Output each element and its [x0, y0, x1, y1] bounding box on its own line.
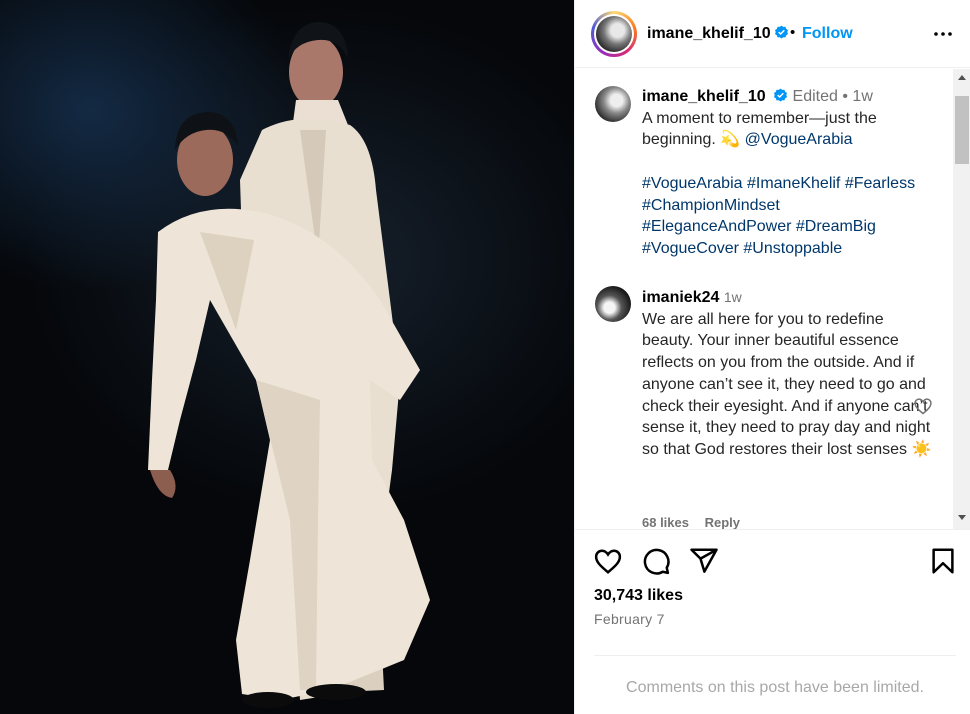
comment-likes[interactable]: 68 likes — [642, 515, 689, 529]
scrollbar-thumb[interactable] — [955, 96, 969, 164]
post-actions: 30,743 likes February 7 — [575, 529, 970, 649]
post-header: imane_khelif_10 • Follow — [575, 0, 970, 68]
scrollbar[interactable] — [953, 69, 970, 529]
author-username[interactable]: imane_khelif_10 — [647, 25, 771, 42]
header-separator: • — [790, 24, 796, 41]
comments-limited-bar: Comments on this post have been limited. — [594, 655, 956, 714]
comment-avatar[interactable] — [595, 286, 631, 322]
scroll-down-arrow-icon[interactable] — [958, 515, 966, 520]
verified-badge-icon — [774, 25, 788, 39]
bookmark-icon[interactable] — [928, 546, 958, 576]
comment-like-heart-icon[interactable] — [913, 396, 933, 416]
comment-time[interactable]: 1w — [724, 289, 742, 305]
comment-footer: 68 likes Reply — [642, 515, 752, 529]
caption-username[interactable]: imane_khelif_10 — [642, 88, 766, 105]
heart-icon[interactable] — [593, 546, 623, 576]
caption-avatar[interactable] — [595, 86, 631, 122]
author-avatar[interactable] — [591, 11, 637, 57]
post-photo — [0, 0, 574, 714]
caption: imane_khelif_10 Edited • 1w A moment to … — [642, 86, 932, 260]
comment-username[interactable]: imaniek24 — [642, 289, 719, 306]
post-side-panel: imane_khelif_10 • Follow imane_khelif_10… — [574, 0, 970, 714]
author-username-row: imane_khelif_10 — [647, 25, 789, 43]
post-photo-art — [148, 22, 430, 708]
comment-icon[interactable] — [641, 546, 671, 576]
comments-scroll-area[interactable]: imane_khelif_10 Edited • 1w A moment to … — [575, 69, 970, 529]
caption-hashtags[interactable]: #VogueArabia #ImaneKhelif #Fearless #Cha… — [642, 173, 932, 260]
caption-separator: • — [842, 88, 848, 105]
follow-button[interactable]: Follow — [802, 25, 853, 43]
comment-text: We are all here for you to redefine beau… — [642, 310, 931, 458]
author-avatar-image — [596, 16, 632, 52]
comment-reply-button[interactable]: Reply — [705, 515, 740, 529]
caption-mention[interactable]: @VogueArabia — [745, 131, 853, 148]
comment-header: imaniek24 1w — [642, 287, 932, 309]
likes-count[interactable]: 30,743 likes — [594, 587, 683, 605]
more-options-icon[interactable] — [931, 22, 955, 46]
comments-limited-notice: Comments on this post have been limited. — [626, 679, 924, 696]
comment-emoji: ☀️ — [911, 440, 932, 458]
scroll-up-arrow-icon[interactable] — [958, 75, 966, 80]
verified-badge-icon — [774, 88, 788, 102]
caption-edited-label: Edited — [792, 88, 838, 105]
caption-header: imane_khelif_10 Edited • 1w — [642, 86, 932, 108]
caption-text-block: A moment to remember—just the beginning.… — [642, 108, 932, 151]
comment: imaniek24 1w We are all here for you to … — [642, 287, 932, 461]
post-date[interactable]: February 7 — [594, 611, 665, 627]
share-icon[interactable] — [689, 546, 719, 576]
comment-text-block: We are all here for you to redefine beau… — [642, 309, 932, 461]
caption-emoji: 💫 — [720, 131, 741, 149]
caption-time[interactable]: 1w — [852, 88, 872, 105]
